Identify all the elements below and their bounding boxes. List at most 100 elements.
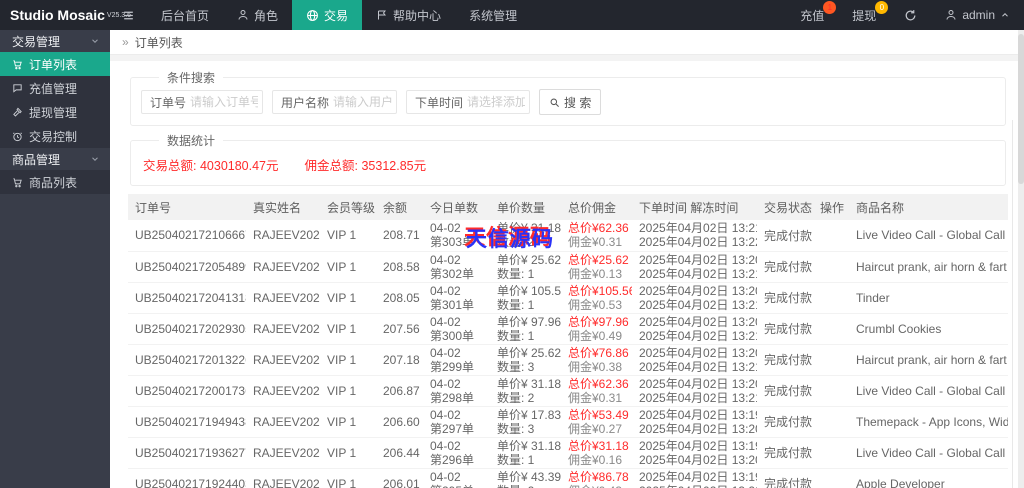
cell-today-orders: 04-02 第295单 [423, 468, 490, 488]
nav-item-roles[interactable]: 角色 [223, 0, 292, 30]
cell-status: 完成付款 [757, 313, 813, 344]
search-button[interactable]: 搜 索 [539, 89, 601, 115]
cell-times: 2025年04月02日 13:20:29 2025年04月02日 13:21:3… [632, 313, 757, 344]
table-row: UB2504021719494383 RAJEEV2025 VIP 1 206.… [128, 406, 1008, 437]
cell-member-level: VIP 1 [320, 375, 376, 406]
alarm-clock-icon [12, 131, 23, 142]
recharge-button[interactable]: 充值 1 [786, 0, 838, 30]
cell-unit-price-qty: 单价¥ 31.18 数量: 2 [490, 220, 561, 251]
order-time-label: 下单时间 [407, 94, 467, 111]
sidebar-item-product-list[interactable]: 商品列表 [0, 170, 110, 194]
cell-real-name: RAJEEV2025 [246, 344, 320, 375]
order-no-label: 订单号 [142, 94, 190, 111]
table-row: UB2504021719362775 RAJEEV2025 VIP 1 206.… [128, 437, 1008, 468]
cell-total-commission: 总价¥62.36 佣金¥0.31 [561, 375, 632, 406]
table-body: UB2504021721066677 RAJEEV2025 VIP 1 208.… [128, 220, 1008, 488]
cell-status: 完成付款 [757, 375, 813, 406]
cell-unit-price-qty: 单价¥ 25.62 数量: 3 [490, 344, 561, 375]
cell-unit-price-qty: 单价¥ 31.18 数量: 2 [490, 375, 561, 406]
cell-real-name: RAJEEV2025 [246, 220, 320, 251]
cell-order-no: UB2504021720017366 [128, 375, 246, 406]
cell-product-name: Apple Developer [849, 468, 1008, 488]
column-header: 今日单数 [423, 194, 490, 220]
cell-status: 完成付款 [757, 282, 813, 313]
table-row: UB2504021720132264 RAJEEV2025 VIP 1 207.… [128, 344, 1008, 375]
nav-item-help-center[interactable]: 帮助中心 [362, 0, 455, 30]
cell-real-name: RAJEEV2025 [246, 406, 320, 437]
cell-today-orders: 04-02 第301单 [423, 282, 490, 313]
cell-status: 完成付款 [757, 468, 813, 488]
chevron-down-icon [90, 36, 100, 46]
sidebar-item-order-list[interactable]: 订单列表 [0, 52, 110, 76]
hammer-icon [12, 107, 23, 118]
cell-member-level: VIP 1 [320, 251, 376, 282]
cell-actions [813, 344, 849, 375]
stats-panel-legend: 数据统计 [159, 132, 223, 149]
refresh-button[interactable] [890, 0, 931, 30]
nav-item-transactions[interactable]: 交易 [292, 0, 362, 30]
username-label: 用户名称 [273, 94, 333, 111]
table-row: UB2504021721066677 RAJEEV2025 VIP 1 208.… [128, 220, 1008, 251]
cell-product-name: Crumbl Cookies [849, 313, 1008, 344]
cell-real-name: RAJEEV2025 [246, 375, 320, 406]
cell-unit-price-qty: 单价¥ 17.83 数量: 3 [490, 406, 561, 437]
sidebar-toggle-button[interactable] [110, 0, 147, 30]
cell-balance: 208.71 [376, 220, 423, 251]
scrollbar-thumb[interactable] [1018, 34, 1024, 184]
sidebar-item-recharge-mgmt[interactable]: 充值管理 [0, 76, 110, 100]
cell-actions [813, 468, 849, 488]
cell-member-level: VIP 1 [320, 468, 376, 488]
user-menu[interactable]: admin [931, 0, 1024, 30]
column-header: 下单时间 解冻时间 [632, 194, 757, 220]
cell-status: 完成付款 [757, 406, 813, 437]
order-time-field: 下单时间 [406, 90, 530, 114]
cell-order-no: UB2504021719244037 [128, 468, 246, 488]
cell-product-name: Themepack - App Icons, Widgets [849, 406, 1008, 437]
username-input[interactable] [333, 95, 396, 109]
sidebar-item-trade-control[interactable]: 交易控制 [0, 124, 110, 148]
cell-actions [813, 313, 849, 344]
nav-item-system[interactable]: 系统管理 [455, 0, 531, 30]
cell-real-name: RAJEEV2025 [246, 313, 320, 344]
cell-order-no: UB2504021720413180 [128, 282, 246, 313]
cell-times: 2025年04月02日 13:20:13 2025年04月02日 13:21:1… [632, 344, 757, 375]
cell-total-commission: 总价¥62.36 佣金¥0.31 [561, 220, 632, 251]
table-row: UB2504021720293054 RAJEEV2025 VIP 1 207.… [128, 313, 1008, 344]
cell-times: 2025年04月02日 13:20:01 2025年04月02日 13:21:0… [632, 375, 757, 406]
page-scrollbar[interactable] [1018, 30, 1024, 488]
cell-total-commission: 总价¥105.56 佣金¥0.53 [561, 282, 632, 313]
cell-unit-price-qty: 单价¥ 105.56 数量: 1 [490, 282, 561, 313]
cell-today-orders: 04-02 第300单 [423, 313, 490, 344]
sidebar-group-products[interactable]: 商品管理 [0, 148, 110, 170]
cell-real-name: RAJEEV2025 [246, 468, 320, 488]
recharge-badge: 1 [823, 1, 836, 14]
column-header: 单价数量 [490, 194, 561, 220]
cell-total-commission: 总价¥76.86 佣金¥0.38 [561, 344, 632, 375]
cell-total-commission: 总价¥97.96 佣金¥0.49 [561, 313, 632, 344]
page-title: 订单列表 [135, 34, 183, 51]
withdraw-button[interactable]: 提现 0 [838, 0, 890, 30]
order-time-input[interactable] [467, 95, 529, 109]
column-header: 商品名称 [849, 194, 1008, 220]
flag-icon [376, 9, 388, 21]
cell-member-level: VIP 1 [320, 344, 376, 375]
cell-order-no: UB2504021720548999 [128, 251, 246, 282]
sidebar-group-transactions[interactable]: 交易管理 [0, 30, 110, 52]
cell-product-name: Haircut prank, air horn & fart [849, 344, 1008, 375]
table-row: UB2504021720548999 RAJEEV2025 VIP 1 208.… [128, 251, 1008, 282]
table-header: 订单号真实姓名会员等级余额今日单数单价数量总价佣金下单时间 解冻时间交易状态操作… [128, 194, 1008, 220]
cell-member-level: VIP 1 [320, 220, 376, 251]
search-icon [549, 97, 560, 108]
table-row: UB2504021720017366 RAJEEV2025 VIP 1 206.… [128, 375, 1008, 406]
cell-total-commission: 总价¥31.18 佣金¥0.16 [561, 437, 632, 468]
hamburger-icon [122, 9, 135, 22]
cell-product-name: Live Video Call - Global Call [849, 220, 1008, 251]
cell-member-level: VIP 1 [320, 313, 376, 344]
sidebar-item-withdraw-mgmt[interactable]: 提现管理 [0, 100, 110, 124]
brand-logo: Studio Mosaic V25.3.6 [0, 0, 110, 30]
nav-item-home[interactable]: 后台首页 [147, 0, 223, 30]
cell-status: 完成付款 [757, 251, 813, 282]
order-no-input[interactable] [190, 95, 262, 109]
cell-unit-price-qty: 单价¥ 31.18 数量: 1 [490, 437, 561, 468]
inner-scroll-divider [1012, 120, 1013, 488]
